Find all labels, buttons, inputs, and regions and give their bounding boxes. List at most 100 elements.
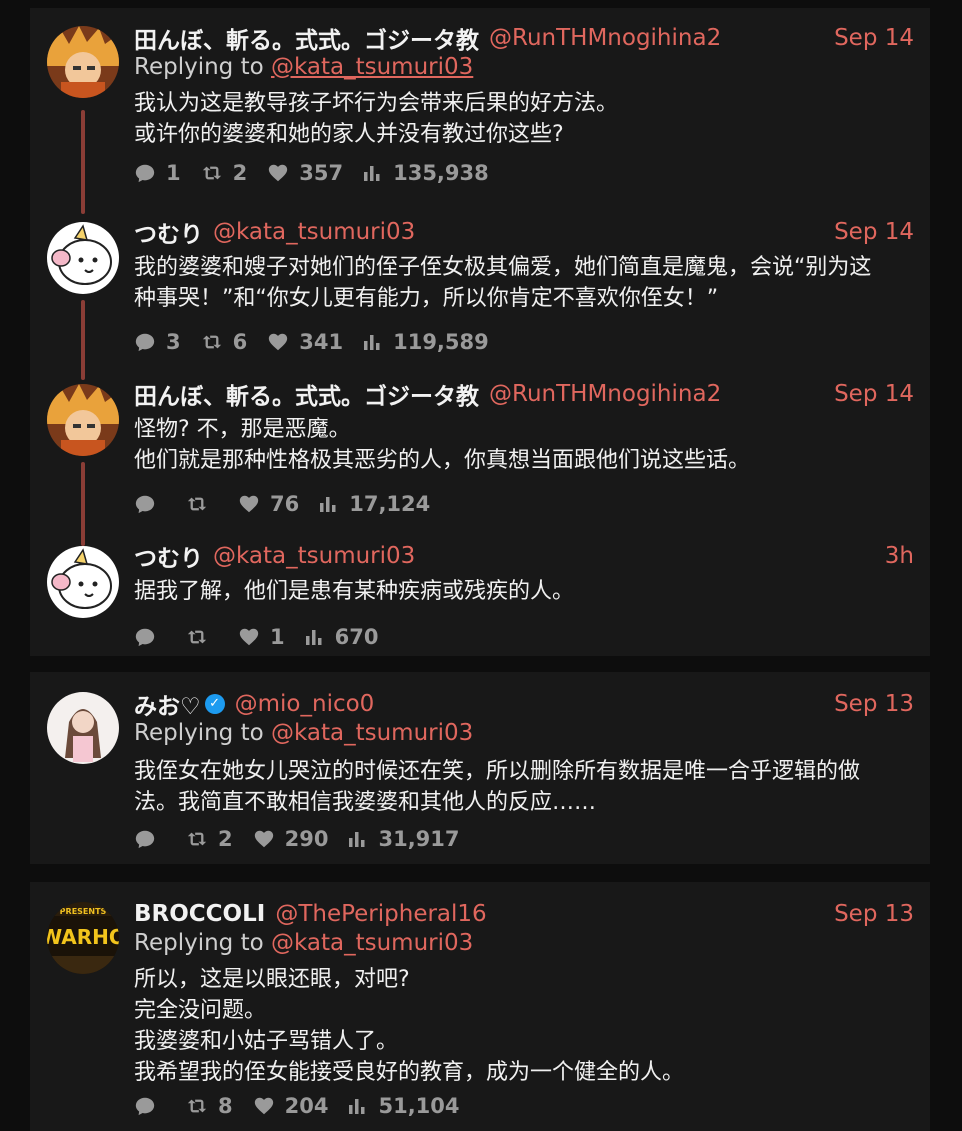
tweet-date[interactable]: Sep 14 — [834, 219, 914, 245]
views-button[interactable]: 135,938 — [363, 161, 489, 185]
retweet-button[interactable]: 2 — [186, 827, 233, 851]
reply-icon — [134, 493, 156, 515]
tweet[interactable]: みお♡ ✓ @mio_nico0 Sep 13 Replying to @kat… — [30, 688, 930, 858]
retweet-icon — [201, 331, 223, 353]
views-button[interactable]: 51,104 — [348, 1094, 460, 1118]
tweet-date[interactable]: Sep 13 — [834, 901, 914, 927]
display-name[interactable]: つむり — [134, 215, 203, 249]
avatar[interactable]: PRESENTS WARHO — [47, 902, 119, 974]
reply-icon — [134, 1095, 156, 1117]
tweet-stats: 76 17,124 — [134, 490, 450, 518]
views-icon — [319, 495, 337, 513]
tweet-text-line: 种事哭！”和“你女儿更有能力，所以你肯定不喜欢你侄女！” — [134, 286, 719, 311]
retweet-button[interactable] — [186, 493, 218, 515]
user-handle[interactable]: @ThePeripheral16 — [275, 901, 486, 927]
retweet-icon — [201, 162, 223, 184]
like-count: 204 — [284, 1094, 329, 1118]
like-count: 1 — [270, 625, 285, 649]
avatar[interactable] — [47, 546, 119, 618]
reply-icon — [134, 828, 156, 850]
reply-icon — [134, 626, 156, 648]
views-button[interactable]: 119,589 — [363, 330, 489, 354]
replying-handle-link[interactable]: @kata_tsumuri03 — [271, 54, 473, 80]
tweet-text-line: 法。我简直不敢相信我婆婆和其他人的反应…… — [134, 790, 597, 815]
avatar[interactable] — [47, 222, 119, 294]
replying-handle-link[interactable]: @kata_tsumuri03 — [271, 720, 473, 746]
reply-button[interactable] — [134, 493, 166, 515]
tweet-text: 我认为这是教导孩子坏行为会带来后果的好方法。 或许你的婆婆和她的家人并没有教过你… — [134, 88, 914, 150]
avatar-text: PRESENTS — [60, 907, 107, 916]
tweet-text-line: 我婆婆和小姑子骂错人了。 — [134, 1029, 399, 1054]
reply-button[interactable] — [134, 828, 166, 850]
user-handle[interactable]: @kata_tsumuri03 — [213, 543, 415, 569]
reply-button[interactable] — [134, 626, 166, 648]
replying-label: Replying to — [134, 930, 264, 956]
thread-card: 田んぼ、斬る。式式。ゴジータ教 @RunTHMnogihina2 Sep 14 … — [30, 8, 930, 656]
retweet-button[interactable] — [186, 626, 218, 648]
tweet[interactable]: 田んぼ、斬る。式式。ゴジータ教 @RunTHMnogihina2 Sep 14 … — [30, 22, 930, 192]
replying-to: Replying to @kata_tsumuri03 — [134, 54, 473, 80]
views-button[interactable]: 31,917 — [348, 827, 460, 851]
display-name[interactable]: 田んぼ、斬る。式式。ゴジータ教 — [134, 377, 479, 411]
tweet-text-line: 我希望我的侄女能接受良好的教育，成为一个健全的人。 — [134, 1060, 685, 1085]
tweet-text: 我的婆婆和嫂子对她们的侄子侄女极其偏爱，她们简直是魔鬼，会说“别为这 种事哭！”… — [134, 252, 914, 314]
tweet-date[interactable]: 3h — [885, 543, 914, 569]
retweet-count: 2 — [218, 827, 233, 851]
like-button[interactable]: 290 — [253, 827, 328, 851]
like-button[interactable]: 76 — [238, 492, 299, 516]
retweet-count: 2 — [232, 161, 248, 185]
like-button[interactable]: 357 — [267, 161, 343, 185]
view-count: 670 — [334, 625, 379, 649]
like-count: 341 — [299, 330, 344, 354]
like-icon — [253, 1095, 275, 1117]
reply-icon — [134, 331, 156, 353]
retweet-icon — [186, 493, 208, 515]
tweet-text-line: 他们就是那种性格极其恶劣的人，你真想当面跟他们说这些话。 — [134, 448, 751, 473]
like-button[interactable]: 341 — [267, 330, 343, 354]
tweet[interactable]: PRESENTS WARHO BROCCOLI @ThePeripheral16 … — [30, 898, 930, 1128]
replying-label: Replying to — [134, 720, 264, 746]
reply-count: 3 — [166, 330, 181, 354]
views-icon — [363, 164, 381, 182]
like-button[interactable]: 204 — [253, 1094, 329, 1118]
like-icon — [267, 162, 289, 184]
retweet-count: 6 — [232, 330, 248, 354]
tweet-card: PRESENTS WARHO BROCCOLI @ThePeripheral16 … — [30, 882, 930, 1131]
display-name[interactable]: BROCCOLI — [134, 901, 265, 927]
avatar[interactable] — [47, 692, 119, 764]
views-button[interactable]: 17,124 — [319, 492, 430, 516]
reply-button[interactable]: 1 — [134, 161, 181, 185]
retweet-button[interactable]: 8 — [186, 1094, 233, 1118]
user-handle[interactable]: @RunTHMnogihina2 — [489, 381, 721, 407]
views-icon — [348, 830, 366, 848]
replying-to: Replying to @kata_tsumuri03 — [134, 930, 473, 956]
replying-handle-link[interactable]: @kata_tsumuri03 — [271, 930, 473, 956]
retweet-icon — [186, 828, 208, 850]
tweet[interactable]: つむり @kata_tsumuri03 Sep 14 我的婆婆和嫂子对她们的侄子… — [30, 216, 930, 356]
display-name[interactable]: みお♡ — [134, 687, 201, 721]
replying-label: Replying to — [134, 54, 264, 80]
user-handle[interactable]: @kata_tsumuri03 — [213, 219, 415, 245]
retweet-button[interactable]: 2 — [201, 161, 248, 185]
replying-to: Replying to @kata_tsumuri03 — [134, 720, 473, 746]
tweet-date[interactable]: Sep 14 — [834, 381, 914, 407]
tweet-text-line: 或许你的婆婆和她的家人并没有教过你这些? — [134, 122, 564, 147]
display-name[interactable]: つむり — [134, 539, 203, 573]
reply-button[interactable]: 3 — [134, 330, 181, 354]
avatar[interactable] — [47, 26, 119, 98]
display-name[interactable]: 田んぼ、斬る。式式。ゴジータ教 — [134, 21, 479, 55]
views-button[interactable]: 670 — [305, 625, 379, 649]
tweet-stats: 2 290 31,917 — [134, 825, 480, 853]
reply-button[interactable] — [134, 1095, 166, 1117]
retweet-button[interactable]: 6 — [201, 330, 248, 354]
tweet-text: 所以，这是以眼还眼，对吧? 完全没问题。 我婆婆和小姑子骂错人了。 我希望我的侄… — [134, 964, 914, 1088]
tweet[interactable]: 田んぼ、斬る。式式。ゴジータ教 @RunTHMnogihina2 Sep 14 … — [30, 378, 930, 518]
avatar[interactable] — [47, 384, 119, 456]
user-handle[interactable]: @RunTHMnogihina2 — [489, 25, 721, 51]
tweet-card: みお♡ ✓ @mio_nico0 Sep 13 Replying to @kat… — [30, 672, 930, 864]
tweet[interactable]: つむり @kata_tsumuri03 3h 据我了解，他们是患有某种疾病或残疾… — [30, 540, 930, 650]
tweet-date[interactable]: Sep 13 — [834, 691, 914, 717]
like-button[interactable]: 1 — [238, 625, 285, 649]
tweet-date[interactable]: Sep 14 — [834, 25, 914, 51]
user-handle[interactable]: @mio_nico0 — [235, 691, 375, 717]
